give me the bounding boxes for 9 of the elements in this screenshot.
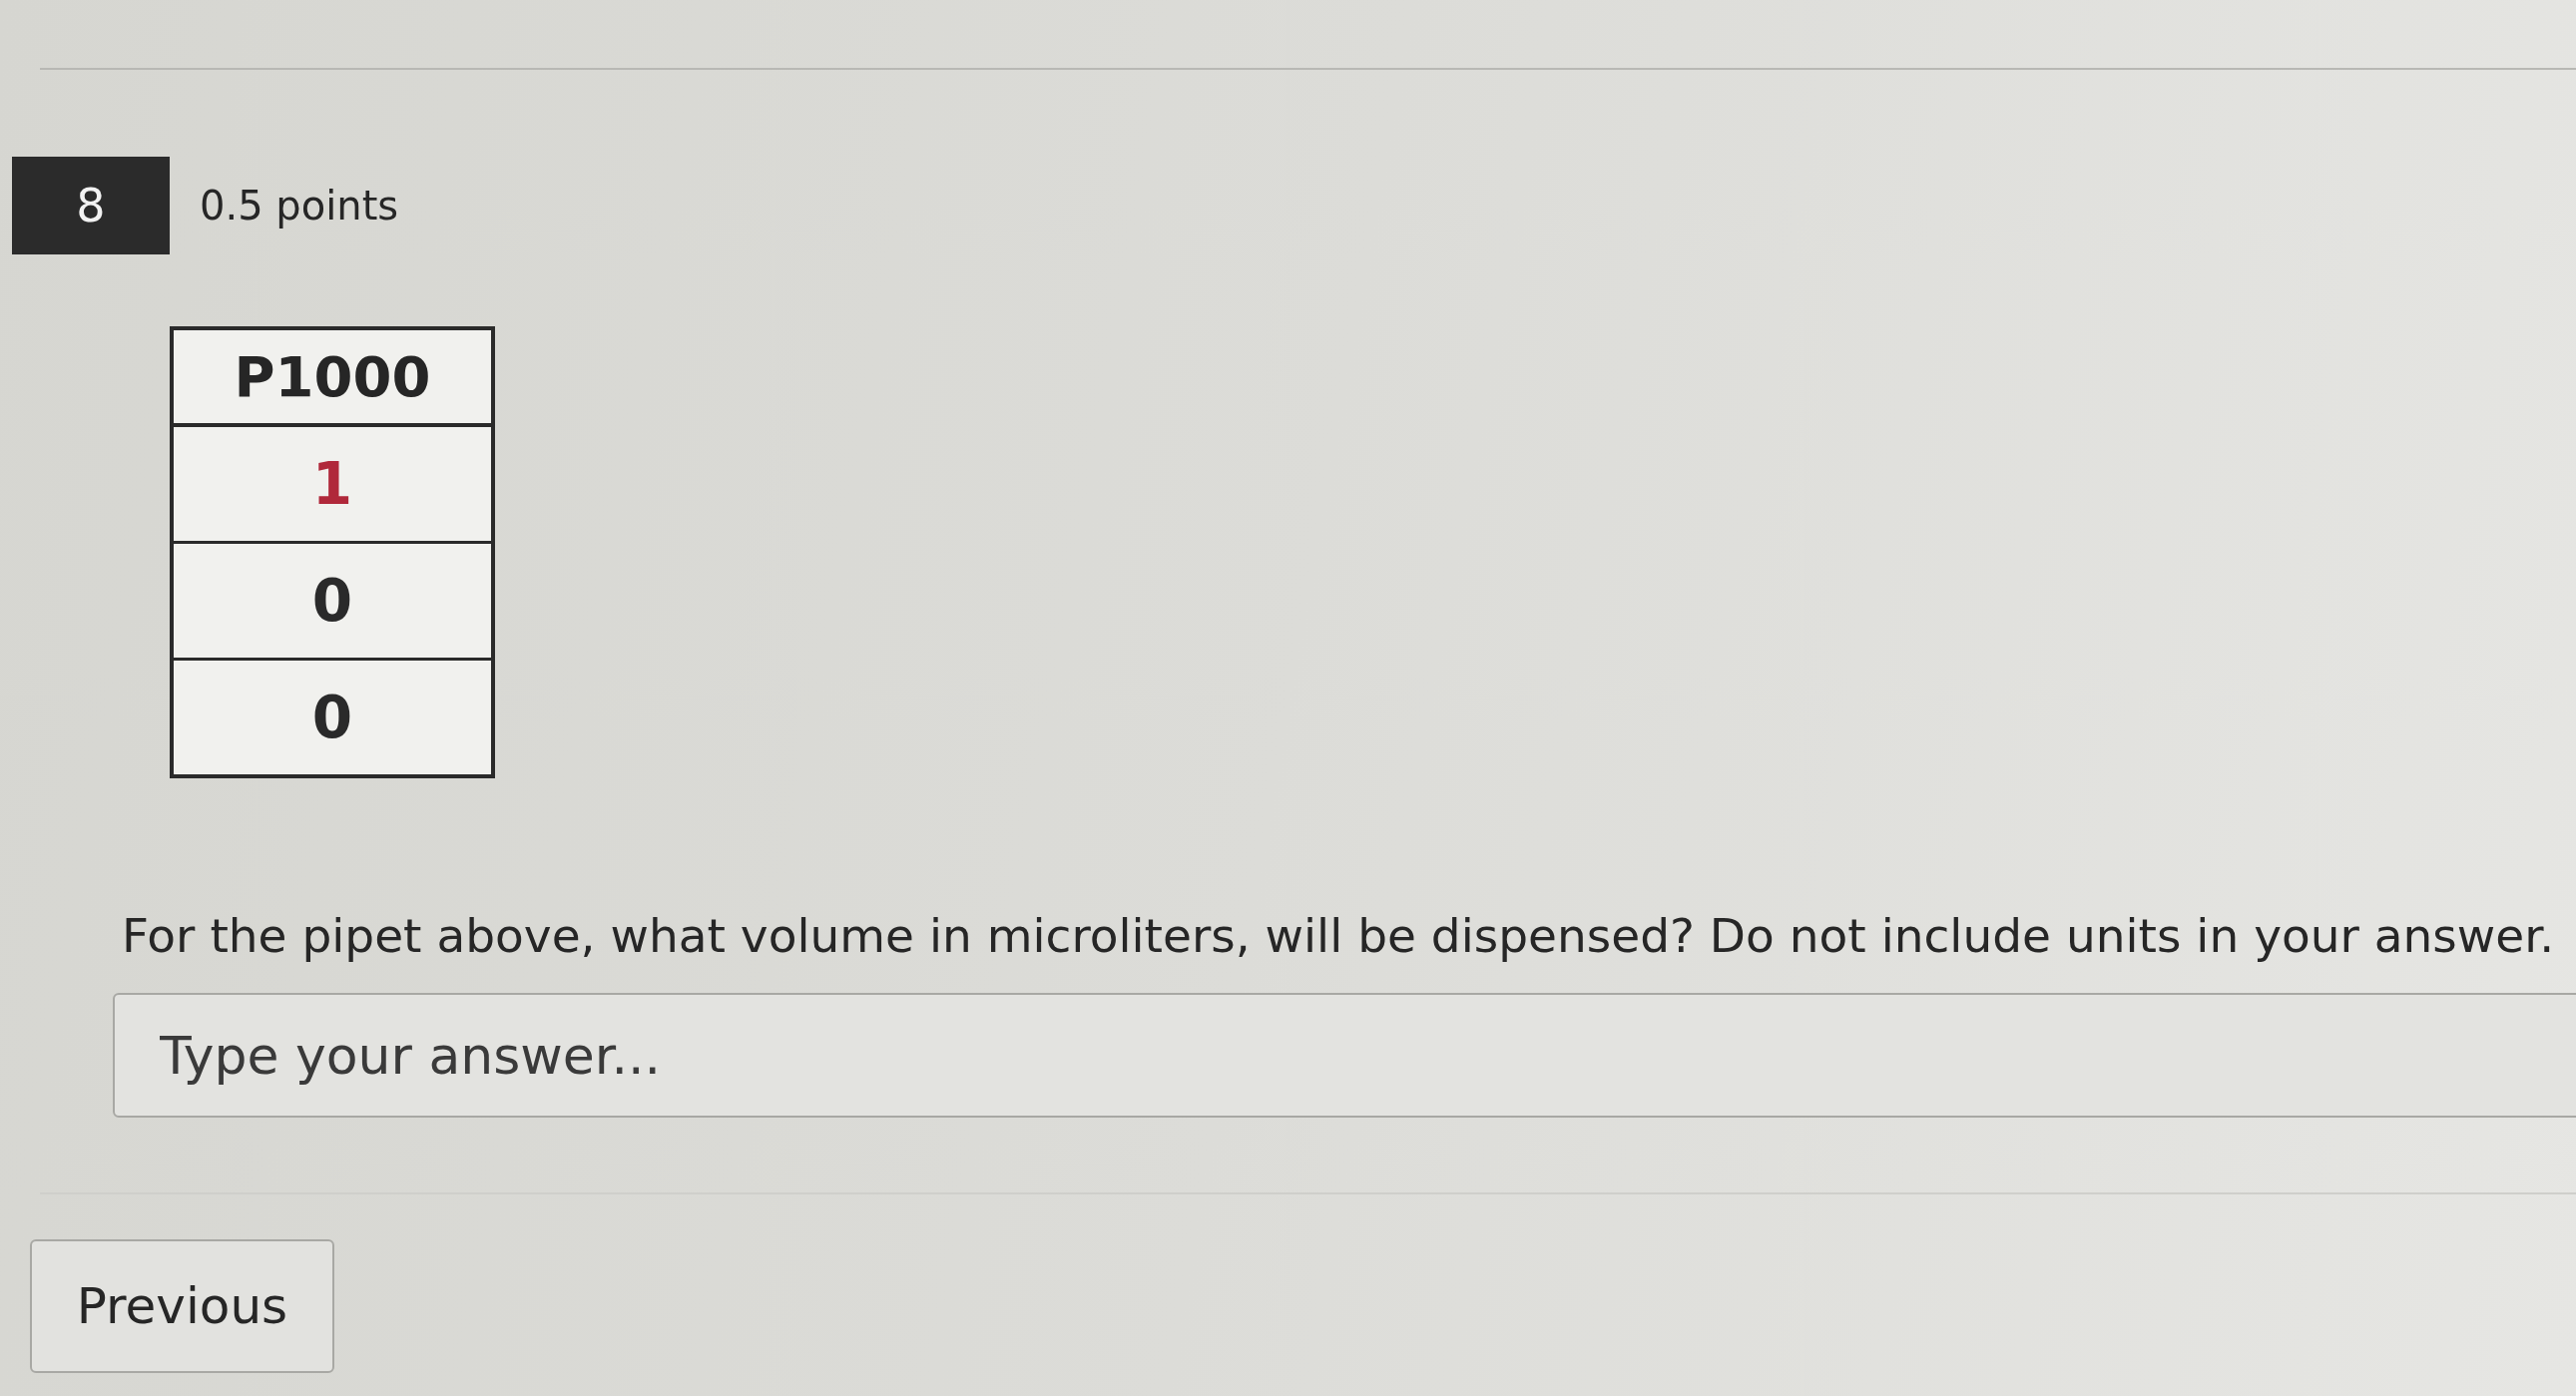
pipet-digit: 1 — [174, 427, 491, 544]
pipet-model: P1000 — [174, 330, 491, 427]
points-label: 0.5 points — [200, 183, 399, 229]
pipet-digit: 0 — [310, 683, 354, 753]
answer-field[interactable]: Type your answer... — [113, 993, 2576, 1118]
previous-button[interactable]: Previous — [30, 1239, 334, 1373]
pipet-digit: 0 — [174, 544, 491, 661]
question-number: 8 — [12, 157, 170, 254]
question-text: For the pipet above, what volume in microliters, will be dispensed? Do not include units in your answer. — [122, 908, 2556, 963]
